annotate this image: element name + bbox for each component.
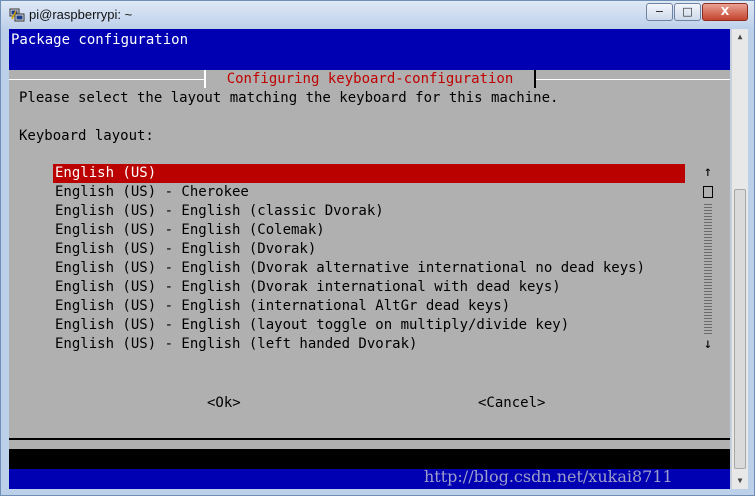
- ok-button[interactable]: <Ok>: [207, 395, 241, 411]
- list-scroll-track: [704, 204, 712, 336]
- window-scroll-up-icon[interactable]: ▲: [732, 29, 748, 45]
- list-item[interactable]: English (US) - English (classic Dvorak): [53, 202, 685, 221]
- watermark-text: http://blog.csdn.net/xukai8711: [424, 467, 673, 486]
- dialog-bottom-border: [9, 438, 730, 440]
- list-scroll-thumb[interactable]: [703, 186, 713, 198]
- terminal-area[interactable]: Package configuration Configuring keyboa…: [9, 29, 730, 489]
- maximize-icon: □: [682, 5, 693, 18]
- minimize-icon: −: [654, 5, 665, 18]
- terminal-window: pi@raspberrypi: ~ − □ X Package configur…: [0, 0, 755, 496]
- title-bar[interactable]: pi@raspberrypi: ~ − □ X: [1, 1, 754, 29]
- header-title: Package configuration: [11, 32, 189, 48]
- window-scroll-down-icon[interactable]: ▼: [732, 473, 748, 489]
- close-button[interactable]: X: [702, 3, 748, 21]
- list-item[interactable]: English (US) - English (Dvorak alternati…: [53, 259, 685, 278]
- window-title: pi@raspberrypi: ~: [29, 7, 133, 22]
- list-item[interactable]: English (US) - English (Colemak): [53, 221, 685, 240]
- list-item[interactable]: English (US) - English (left handed Dvor…: [53, 335, 685, 354]
- terminal-black-bar: [9, 449, 730, 469]
- dialog-prompt: Please select the layout matching the ke…: [19, 90, 559, 106]
- window-scrollbar[interactable]: ▲ ▼: [731, 29, 748, 489]
- window-scroll-thumb[interactable]: [734, 189, 746, 469]
- scroll-up-arrow-icon[interactable]: ↑: [701, 164, 715, 180]
- minimize-button[interactable]: −: [646, 3, 673, 21]
- keyboard-layout-list[interactable]: English (US) English (US) - Cherokee Eng…: [53, 164, 685, 354]
- putty-icon: [9, 8, 25, 22]
- list-item-selected[interactable]: English (US): [53, 164, 685, 183]
- config-dialog: Configuring keyboard-configuration Pleas…: [9, 70, 730, 440]
- keyboard-layout-label: Keyboard layout:: [19, 128, 154, 144]
- list-item[interactable]: English (US) - English (international Al…: [53, 297, 685, 316]
- package-config-header: Package configuration: [9, 29, 730, 70]
- cancel-button[interactable]: <Cancel>: [478, 395, 545, 411]
- scroll-down-arrow-icon[interactable]: ↓: [701, 336, 715, 352]
- list-scrollbar[interactable]: ↑ ↓: [701, 164, 715, 354]
- list-item[interactable]: English (US) - English (Dvorak internati…: [53, 278, 685, 297]
- list-item[interactable]: English (US) - English (layout toggle on…: [53, 316, 685, 335]
- list-item[interactable]: English (US) - Cherokee: [53, 183, 685, 202]
- maximize-button[interactable]: □: [674, 3, 701, 21]
- list-item[interactable]: English (US) - English (Dvorak): [53, 240, 685, 259]
- dialog-title: Configuring keyboard-configuration: [204, 70, 536, 88]
- close-icon: X: [720, 5, 730, 18]
